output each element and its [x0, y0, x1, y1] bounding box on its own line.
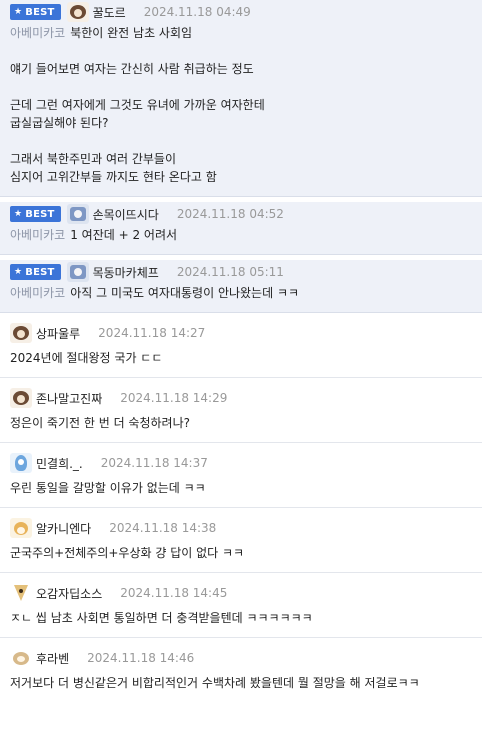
- comment-list: ★ BEST 꿀도르 2024.11.18 04:49 아베미카코 북한이 완전 남…: [0, 0, 482, 702]
- star-icon: ★: [14, 209, 23, 219]
- comment-nickname[interactable]: 알카니엔다: [36, 520, 91, 537]
- reply-mention[interactable]: 아베미카코: [10, 286, 65, 300]
- comment-body: 아베미카코 1 여잔데 + 2 어려서: [10, 226, 472, 254]
- comment-text: 그래서 북한주민과 여러 간부들이: [10, 152, 177, 166]
- comment-item: 후라벤 2024.11.18 14:46 저거보다 더 병신같은거 비합리적인거…: [0, 646, 482, 702]
- comment-item: ★ BEST 손목이뜨시다 2024.11.18 04:52 아베미카코 1 여잔데…: [0, 202, 482, 255]
- comment-text: ㅈㄴ 씹 남초 사회면 통일하면 더 충격받을텐데 ㅋㅋㅋㅋㅋㅋ: [10, 611, 313, 625]
- comment-header: 민결희._. 2024.11.18 14:37: [10, 451, 472, 475]
- comment-text: 아직 그 미국도 여자대통령이 안나왔는데 ㅋㅋ: [70, 286, 300, 300]
- comment-nickname[interactable]: 손목이뜨시다: [93, 206, 159, 223]
- comment-body: 아베미카코 북한이 완전 남초 사회임 얘기 들어보면 여자는 간신히 사람 취급…: [10, 24, 472, 196]
- comment-item: 알카니엔다 2024.11.18 14:38 군국주의+전체주의+우상화 걍 답…: [0, 516, 482, 573]
- star-icon: ★: [14, 267, 23, 277]
- comment-text: 2024년에 절대왕정 국가 ㄷㄷ: [10, 351, 163, 365]
- comment-item: ★ BEST 목동마카체프 2024.11.18 05:11 아베미카코 아직 그 …: [0, 260, 482, 313]
- reply-mention[interactable]: 아베미카코: [10, 228, 65, 242]
- comment-body: 정은이 죽기전 한 번 더 숙청하려나?: [10, 410, 472, 442]
- comment-header: 오감자딥소스 2024.11.18 14:45: [10, 581, 472, 605]
- comment-text: 심지어 고위간부들 까지도 현타 온다고 함: [10, 170, 217, 184]
- comment-item: 존나말고진짜 2024.11.18 14:29 정은이 죽기전 한 번 더 숙청…: [0, 386, 482, 443]
- comment-item: 상파울루 2024.11.18 14:27 2024년에 절대왕정 국가 ㄷㄷ: [0, 321, 482, 378]
- shiba-dog-icon[interactable]: [10, 518, 32, 538]
- comment-header: ★ BEST 목동마카체프 2024.11.18 05:11: [10, 260, 472, 284]
- dog-face-icon[interactable]: [10, 323, 32, 343]
- comment-text: 1 여잔데 + 2 어려서: [70, 228, 178, 242]
- comment-body: ㅈㄴ 씹 남초 사회면 통일하면 더 충격받을텐데 ㅋㅋㅋㅋㅋㅋ: [10, 605, 472, 637]
- dog-face-icon[interactable]: [66, 2, 89, 22]
- comment-header: ★ BEST 꿀도르 2024.11.18 04:49: [10, 0, 472, 24]
- comment-header: 상파울루 2024.11.18 14:27: [10, 321, 472, 345]
- comment-header: 알카니엔다 2024.11.18 14:38: [10, 516, 472, 540]
- comment-text: 굽실굽실해야 된다?: [10, 116, 109, 130]
- comment-text: 정은이 죽기전 한 번 더 숙청하려나?: [10, 416, 191, 430]
- comment-date: 2024.11.18 14:27: [98, 326, 206, 340]
- comment-date: 2024.11.18 14:38: [109, 521, 217, 535]
- comment-date: 2024.11.18 14:46: [87, 651, 195, 665]
- reply-mention[interactable]: 아베미카코: [10, 26, 65, 40]
- best-badge: ★ BEST: [10, 206, 61, 222]
- comment-text: 군국주의+전체주의+우상화 걍 답이 없다 ㅋㅋ: [10, 546, 245, 560]
- comment-date: 2024.11.18 14:37: [100, 456, 208, 470]
- best-badge: ★ BEST: [10, 264, 61, 280]
- comment-nickname[interactable]: 후라벤: [36, 650, 69, 667]
- comment-item: 민결희._. 2024.11.18 14:37 우린 통일을 갈망할 이유가 없…: [0, 451, 482, 508]
- comment-body: 군국주의+전체주의+우상화 걍 답이 없다 ㅋㅋ: [10, 540, 472, 572]
- comment-header: ★ BEST 손목이뜨시다 2024.11.18 04:52: [10, 202, 472, 226]
- comment-nickname[interactable]: 꿀도르: [93, 4, 126, 21]
- comment-header: 후라벤 2024.11.18 14:46: [10, 646, 472, 670]
- best-badge: ★ BEST: [10, 4, 61, 20]
- comment-item: ★ BEST 꿀도르 2024.11.18 04:49 아베미카코 북한이 완전 남…: [0, 0, 482, 197]
- comment-date: 2024.11.18 05:11: [176, 265, 284, 279]
- comment-text: 우린 통일을 갈망할 이유가 없는데 ㅋㅋ: [10, 481, 206, 495]
- dog-face-icon[interactable]: [10, 388, 32, 408]
- blue-character-icon[interactable]: [66, 262, 89, 282]
- star-icon: ★: [14, 7, 23, 17]
- cold-face-icon[interactable]: [10, 453, 32, 473]
- puppy-face-icon[interactable]: [10, 648, 32, 668]
- comment-text: 북한이 완전 남초 사회임: [70, 26, 193, 40]
- comment-body: 2024년에 절대왕정 국가 ㄷㄷ: [10, 345, 472, 377]
- comment-nickname[interactable]: 민결희._.: [36, 455, 83, 472]
- comment-nickname[interactable]: 상파울루: [36, 325, 80, 342]
- comment-item: 오감자딥소스 2024.11.18 14:45 ㅈㄴ 씹 남초 사회면 통일하면…: [0, 581, 482, 638]
- comment-date: 2024.11.18 04:52: [176, 207, 284, 221]
- comment-body: 저거보다 더 병신같은거 비합리적인거 수백차례 봤을텐데 뭘 절망을 해 저걸…: [10, 670, 472, 702]
- comment-date: 2024.11.18 04:49: [143, 5, 251, 19]
- comment-nickname[interactable]: 존나말고진짜: [36, 390, 102, 407]
- fox-face-icon[interactable]: [10, 583, 32, 603]
- comment-date: 2024.11.18 14:45: [120, 586, 228, 600]
- comment-nickname[interactable]: 목동마카체프: [93, 264, 159, 281]
- comment-body: 우린 통일을 갈망할 이유가 없는데 ㅋㅋ: [10, 475, 472, 507]
- comment-nickname[interactable]: 오감자딥소스: [36, 585, 102, 602]
- comment-text: 얘기 들어보면 여자는 간신히 사람 취급하는 정도: [10, 62, 254, 76]
- comment-text: 저거보다 더 병신같은거 비합리적인거 수백차례 봤을텐데 뭘 절망을 해 저걸…: [10, 676, 420, 690]
- comment-date: 2024.11.18 14:29: [120, 391, 228, 405]
- comment-body: 아베미카코 아직 그 미국도 여자대통령이 안나왔는데 ㅋㅋ: [10, 284, 472, 312]
- blue-character-icon[interactable]: [66, 204, 89, 224]
- comment-header: 존나말고진짜 2024.11.18 14:29: [10, 386, 472, 410]
- comment-text: 근데 그런 여자에게 그것도 유녀에 가까운 여자한테: [10, 98, 265, 112]
